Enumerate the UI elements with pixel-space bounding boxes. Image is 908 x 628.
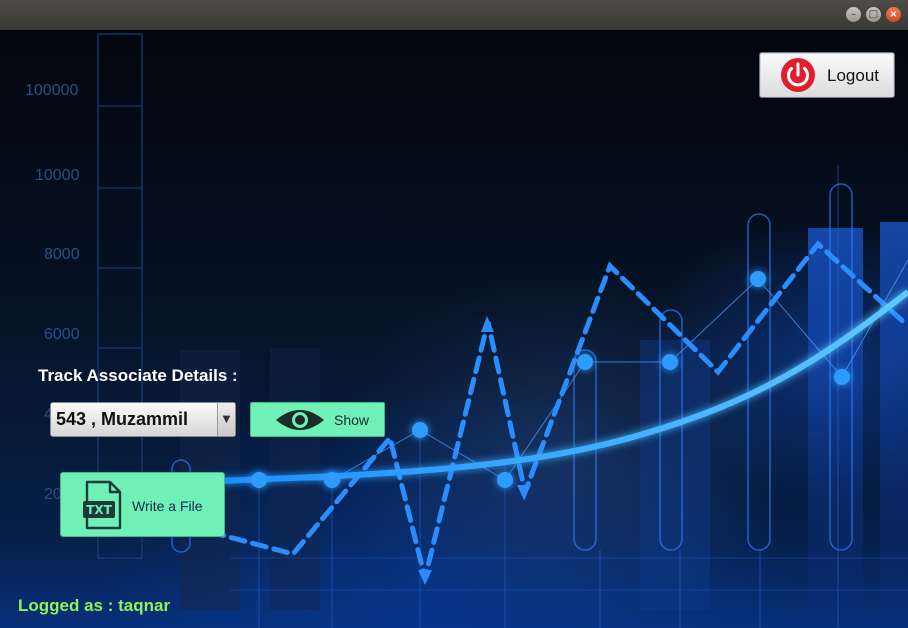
write-file-label: Write a File	[132, 498, 203, 514]
track-associate-heading: Track Associate Details :	[38, 366, 238, 385]
main-panel: 100000 10000 8000 6000 4 20 Logout Track…	[0, 30, 908, 628]
txt-icon-label: TXT	[86, 503, 112, 517]
show-label: Show	[334, 412, 370, 428]
axis-label-100000: 100000	[25, 82, 79, 99]
associate-dropdown-value: 543 , Muzammil	[56, 409, 189, 429]
show-button[interactable]: Show	[250, 402, 385, 437]
associate-dropdown[interactable]: 543 , Muzammil ▼	[50, 402, 236, 437]
eye-icon	[276, 410, 324, 430]
axis-label-6000: 6000	[44, 326, 80, 343]
maximize-icon[interactable]: □	[866, 7, 881, 22]
close-icon[interactable]: ×	[886, 7, 901, 22]
logout-button[interactable]: Logout	[759, 52, 895, 98]
txt-file-icon: TXT	[83, 480, 122, 530]
background-chart-image	[97, 33, 908, 628]
write-file-button[interactable]: TXT Write a File	[60, 472, 225, 537]
chevron-down-icon[interactable]: ▼	[217, 403, 235, 436]
minimize-icon[interactable]: –	[846, 7, 861, 22]
title-bar: – □ ×	[0, 0, 908, 31]
axis-label-10000: 10000	[35, 167, 80, 184]
power-icon	[781, 58, 815, 92]
app-window: – □ × 100000 10000 8000 6000 4 20 Logout…	[0, 0, 908, 628]
logout-label: Logout	[827, 66, 879, 85]
logged-in-user-status: Logged as : taqnar	[18, 596, 171, 615]
axis-label-8000: 8000	[44, 246, 80, 263]
